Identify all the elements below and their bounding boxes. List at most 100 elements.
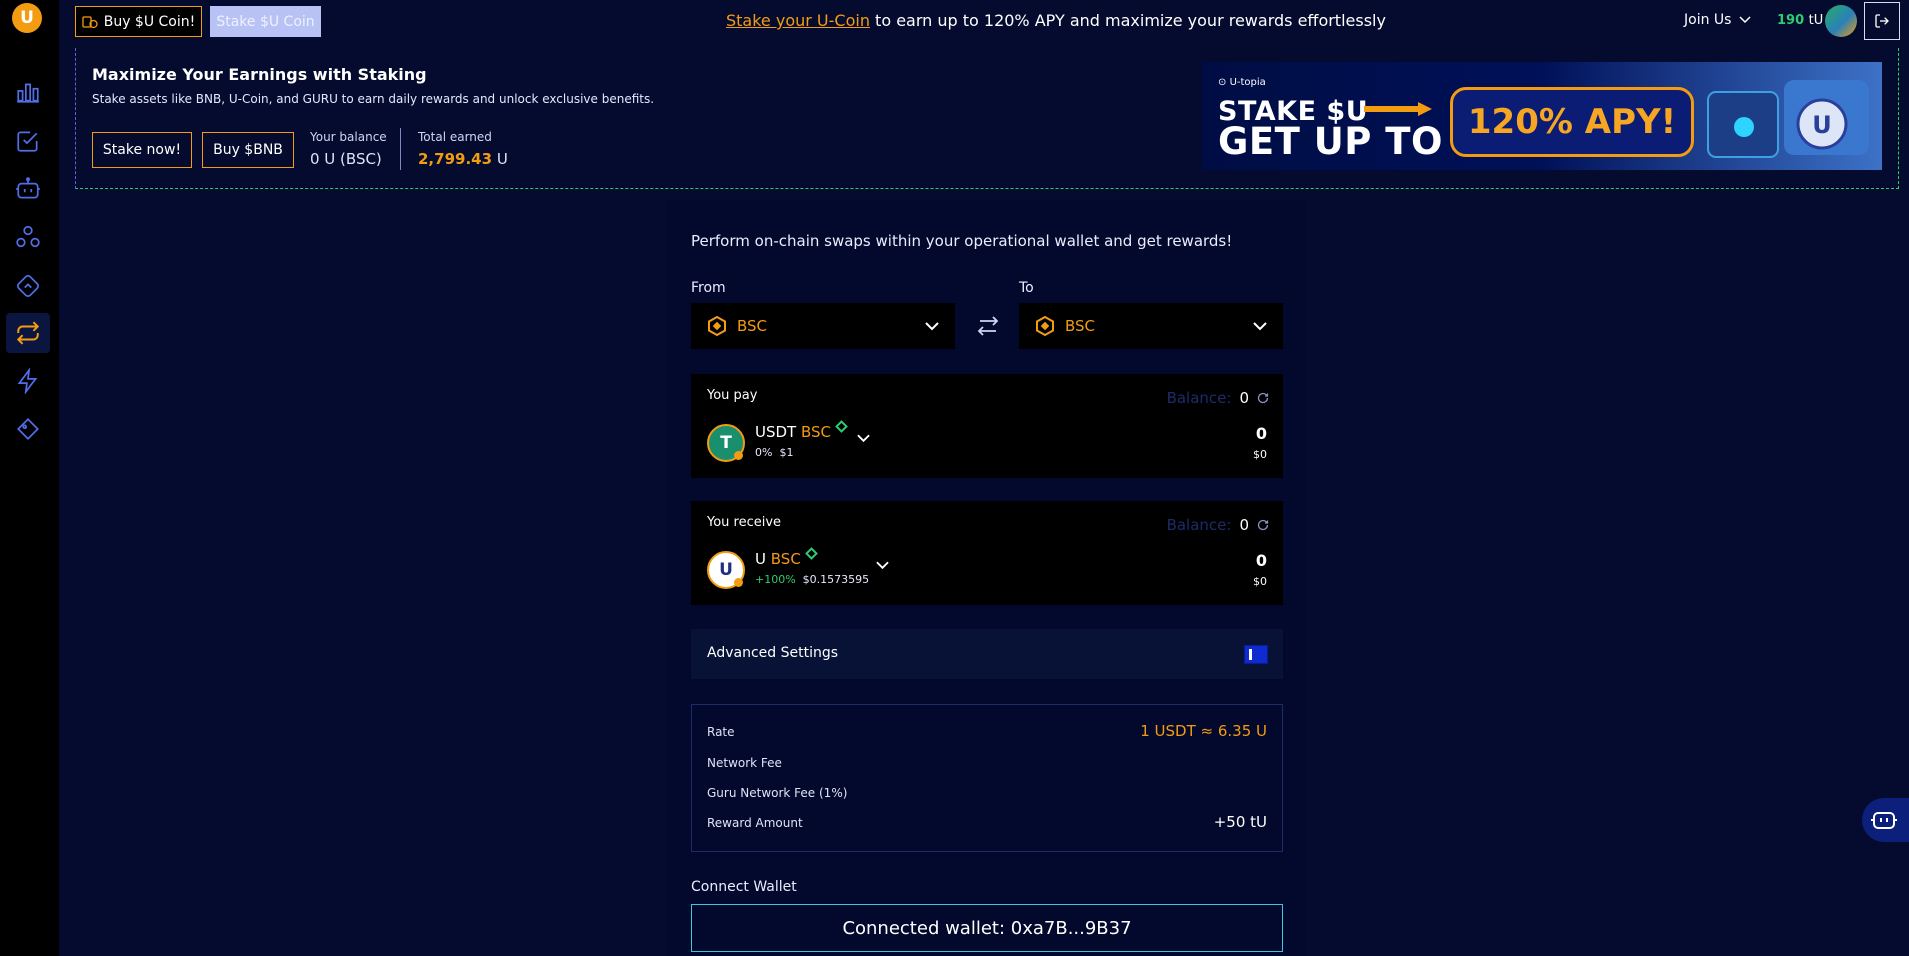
nav-boost[interactable] [6,361,50,401]
pay-token-price: $1 [779,446,794,459]
stake-u-coin-button[interactable]: Stake $U Coin [210,6,321,37]
lightning-icon [17,368,38,394]
robot-icon [1871,812,1897,829]
to-chain-select[interactable]: BSC [1019,303,1283,349]
tu-unit: tU [1808,13,1824,28]
receive-token-price: $0.1573595 [802,573,870,586]
swap-direction-icon[interactable] [977,315,999,337]
avatar[interactable] [1825,5,1857,37]
checklist-icon [17,131,38,152]
verified-icon [804,547,818,560]
arrow-right-icon [1364,102,1432,116]
logout-icon [1875,14,1889,28]
total-earned-value: 2,799.43 [418,150,493,168]
pay-panel: You pay Balance: 0 T USDT BSC 0% $1 0 $0 [691,374,1283,478]
pay-token-symbol: USDT [755,423,797,441]
to-label: To [1019,280,1034,296]
receive-token-sub: +100% $0.1573595 [755,573,869,586]
advanced-settings-label: Advanced Settings [707,645,839,661]
receive-balance: Balance: 0 [1167,516,1269,534]
ad-artwork: U [1707,80,1869,158]
refresh-icon[interactable] [1257,392,1269,404]
receive-amount: 0 [1255,551,1267,570]
pay-usd: $0 [1253,448,1267,461]
join-us-label: Join Us [1684,12,1732,28]
pay-title: You pay [707,388,758,403]
swap-info-panel: Rate 1 USDT ≈ 6.35 U Network Fee Guru Ne… [691,704,1283,852]
promo-text-body: to earn up to 120% APY and maximize your… [869,11,1386,30]
community-icon [16,225,40,248]
ad-brand: ⊙ U-topia [1218,77,1266,88]
coins-icon [82,15,98,28]
ad-apy-pill: 120% APY! [1450,87,1694,157]
pay-balance-label: Balance: [1166,389,1232,407]
pay-token-name[interactable]: USDT BSC [755,420,848,441]
network-fee-label: Network Fee [707,756,782,770]
banner-title: Maximize Your Earnings with Staking [92,65,427,84]
nav-premium[interactable] [6,409,50,449]
join-us-dropdown[interactable]: Join Us [1684,12,1751,28]
logo[interactable]: U [12,3,42,33]
connect-wallet-label: Connect Wallet [691,879,797,895]
guru-fee-label: Guru Network Fee (1%) [707,786,848,800]
nav-tasks[interactable] [6,121,50,161]
network-dot [734,451,743,460]
from-label: From [691,280,726,296]
ad-headline-2: GET UP TO [1218,120,1444,163]
from-chain-label: BSC [737,317,768,335]
to-chain-label: BSC [1065,317,1096,335]
logout-button[interactable] [1864,2,1900,40]
buy-u-coin-label: Buy $U Coin! [103,13,196,30]
receive-token-name[interactable]: U BSC [755,547,818,568]
network-dot [734,578,743,587]
pay-token-sub: 0% $1 [755,446,793,459]
pay-token-network: BSC [801,423,832,441]
stake-ad-banner[interactable]: ⊙ U-topia STAKE $U GET UP TO 120% APY! U [1202,62,1882,170]
chevron-down-icon [925,321,939,330]
chevron-down-icon [1739,16,1751,24]
nav-swap[interactable] [6,313,50,353]
tu-value: 190 [1777,13,1805,28]
pay-balance-value: 0 [1239,389,1249,407]
receive-usd: $0 [1253,575,1267,588]
balance-label: Your balance [310,130,387,144]
nav-analytics[interactable] [6,72,50,112]
stake-now-button[interactable]: Stake now! [92,132,192,168]
connected-wallet-button[interactable]: Connected wallet: 0xa7B...9B37 [691,904,1283,952]
reward-label: Reward Amount [707,816,803,830]
receive-panel: You receive Balance: 0 U U BSC +100% $0.… [691,501,1283,605]
chevron-down-icon[interactable] [876,561,889,570]
total-earned-unit: U [496,150,508,168]
buy-u-coin-button[interactable]: Buy $U Coin! [75,6,202,37]
swap-icon [16,321,40,345]
advanced-settings-row[interactable]: Advanced Settings [691,629,1283,679]
receive-balance-value: 0 [1239,516,1249,534]
assistant-bot-button[interactable] [1862,798,1909,842]
robot-icon [16,177,40,199]
buy-bnb-button[interactable]: Buy $BNB [202,132,294,168]
receive-balance-label: Balance: [1166,516,1232,534]
bar-chart-icon [17,83,39,103]
swap-description: Perform on-chain swaps within your opera… [691,232,1233,250]
bnb-chain-icon [708,316,726,336]
total-earned-label: Total earned [418,130,492,144]
sidebar: U [0,0,59,956]
stake-link[interactable]: Stake your U-Coin [726,11,870,30]
pay-amount[interactable]: 0 [1256,424,1267,443]
total-earned: 2,799.43 U [418,150,508,168]
refresh-icon[interactable] [1257,519,1269,531]
gem-icon [17,418,39,440]
ad-brand-text: U-topia [1229,77,1266,88]
from-chain-select[interactable]: BSC [691,303,955,349]
reward-value: +50 tU [1213,813,1267,831]
balance-value: 0 U (BSC) [310,150,382,168]
receive-title: You receive [707,515,782,530]
verified-icon [835,420,848,433]
nav-community[interactable] [6,217,50,257]
nav-bot[interactable] [6,169,50,209]
nav-diamond[interactable] [6,266,50,306]
promo-text: Stake your U-Coin to earn up to 120% APY… [726,11,1386,30]
chevron-down-icon[interactable] [857,434,870,443]
diamond-nav-icon [16,274,40,298]
advanced-settings-toggle[interactable] [1244,645,1268,664]
